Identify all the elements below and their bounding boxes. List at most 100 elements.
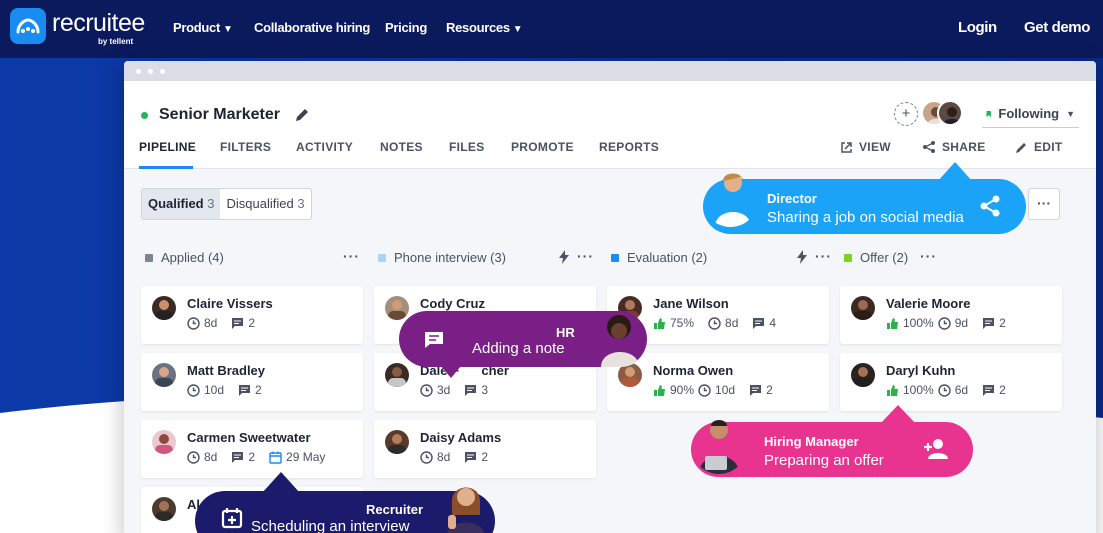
thumbs-up-score-icon: [887, 384, 898, 396]
comment-count: 2: [481, 450, 489, 464]
automation-bolt-icon[interactable]: [558, 250, 570, 264]
candidate-card[interactable]: Daryl Kuhn 100% 6d 2: [840, 353, 1062, 411]
candidate-avatar: [152, 497, 176, 521]
column-more-icon[interactable]: ···: [577, 248, 594, 264]
column-more-icon[interactable]: ···: [343, 248, 360, 264]
interview-date: 29 May: [286, 450, 326, 464]
candidate-name: Claire Vissers: [187, 296, 273, 311]
comment-count: 2: [248, 450, 256, 464]
share-button[interactable]: SHARE: [922, 140, 986, 154]
brand-name[interactable]: recruitee: [52, 9, 145, 38]
automation-bolt-icon[interactable]: [796, 250, 808, 264]
comment-count: 2: [248, 316, 256, 330]
column-header-applied: Applied (4): [145, 250, 224, 265]
nav-product[interactable]: Product ▼: [173, 20, 233, 35]
pencil-icon: [1016, 142, 1026, 153]
comment-icon: [239, 384, 251, 396]
nav-pricing[interactable]: Pricing: [385, 20, 427, 35]
clock-icon: [420, 450, 433, 464]
callout-pointer: [262, 472, 300, 493]
candidate-meta: 100% 6d 2: [886, 383, 1006, 397]
column-more-icon[interactable]: ···: [920, 248, 937, 264]
candidate-card[interactable]: Matt Bradley 10d 2: [141, 353, 363, 411]
tab-reports[interactable]: REPORTS: [599, 140, 659, 154]
tab-notes[interactable]: NOTES: [380, 140, 423, 154]
days-in-stage: 6d: [954, 383, 969, 397]
clock-icon: [187, 316, 200, 330]
view-button[interactable]: VIEW: [840, 140, 891, 154]
tab-filters[interactable]: FILTERS: [220, 140, 271, 154]
disqualified-label: Disqualified: [226, 196, 294, 211]
comment-icon: [983, 384, 995, 396]
qualified-segment[interactable]: Qualified 3: [142, 189, 221, 219]
comment-count: 2: [999, 383, 1006, 397]
candidate-card[interactable]: Norma Owen 90% 10d 2: [607, 353, 829, 411]
days-in-stage: 3d: [437, 383, 451, 397]
edit-label: EDIT: [1034, 140, 1063, 154]
column-more-icon[interactable]: ···: [815, 248, 832, 264]
tab-pipeline[interactable]: PIPELINE: [139, 140, 196, 154]
days-in-stage: 8d: [204, 316, 218, 330]
window-dot: [136, 69, 141, 74]
evaluation-score: 100%: [903, 316, 934, 330]
evaluation-score: 90%: [670, 383, 695, 397]
candidate-avatar: [152, 363, 176, 387]
days-in-stage: 8d: [725, 316, 739, 330]
edit-title-pencil-icon[interactable]: [294, 107, 310, 123]
candidate-name: Cody Cruz: [420, 296, 485, 311]
candidate-card[interactable]: Daisy Adams 8d 2: [374, 420, 596, 478]
recruitee-logo-icon[interactable]: [10, 8, 46, 44]
callout-role: Hiring Manager: [764, 434, 859, 449]
callout-pointer: [441, 366, 461, 378]
candidate-avatar: [385, 430, 409, 454]
add-collaborator-button[interactable]: +: [894, 102, 918, 126]
following-dropdown[interactable]: Following ▼: [982, 100, 1079, 128]
board-more-button[interactable]: ···: [1028, 188, 1060, 220]
view-label: VIEW: [859, 140, 891, 154]
column-header-phone-interview: Phone interview (3): [378, 250, 506, 265]
column-title: Applied (4): [161, 250, 224, 265]
share-icon: [923, 141, 935, 153]
candidate-avatar: [152, 430, 176, 454]
edit-button[interactable]: EDIT: [1015, 140, 1063, 154]
candidate-name: Daryl Kuhn: [886, 363, 956, 378]
clock-icon: [938, 316, 951, 330]
comment-count: 2: [999, 316, 1006, 330]
tab-promote[interactable]: PROMOTE: [511, 140, 574, 154]
nav-collaborative-hiring[interactable]: Collaborative hiring: [254, 20, 370, 35]
recruiter-photo: [438, 479, 494, 533]
hr-photo: [595, 307, 647, 367]
login-link[interactable]: Login: [958, 19, 997, 36]
clock-icon: [420, 383, 433, 397]
get-demo-link[interactable]: Get demo: [1024, 19, 1090, 36]
comment-count: 3: [481, 383, 489, 397]
candidate-name: Matt Bradley: [187, 363, 266, 378]
comment-icon: [465, 451, 477, 463]
candidate-name: Jane Wilson: [653, 296, 729, 311]
tab-files[interactable]: FILES: [449, 140, 485, 154]
collaborator-avatar[interactable]: [937, 100, 963, 126]
candidate-card[interactable]: Carmen Sweetwater 8d 2 29 May: [141, 420, 363, 478]
tab-activity[interactable]: ACTIVITY: [296, 140, 353, 154]
window-dot: [160, 69, 165, 74]
column-title: Phone interview (3): [394, 250, 506, 265]
candidate-name: Norma Owen: [653, 363, 734, 378]
clock-icon: [187, 383, 200, 397]
days-in-stage: 10d: [204, 383, 225, 397]
candidate-meta: 10d 2: [187, 383, 262, 397]
hiring-manager-photo: [691, 414, 747, 474]
candidate-meta: 8d 2: [420, 450, 488, 464]
disqualified-segment[interactable]: Disqualified 3: [220, 189, 310, 219]
callout-task: Preparing an offer: [764, 452, 884, 469]
hiring-manager-callout: Hiring Manager Preparing an offer: [691, 420, 973, 477]
evaluation-score: 100%: [903, 383, 934, 397]
callout-role: HR: [556, 325, 575, 340]
nav-resources[interactable]: Resources ▼: [446, 20, 523, 35]
following-label: Following: [998, 106, 1060, 121]
bookmark-icon: [986, 110, 991, 117]
candidate-card[interactable]: Claire Vissers 8d 2: [141, 286, 363, 344]
hr-callout: HR Adding a note: [399, 311, 647, 367]
candidate-meta: 90% 10d 2: [653, 383, 773, 397]
candidate-card[interactable]: Valerie Moore 100% 9d 2: [840, 286, 1062, 344]
callout-task: Scheduling an interview: [251, 518, 410, 533]
